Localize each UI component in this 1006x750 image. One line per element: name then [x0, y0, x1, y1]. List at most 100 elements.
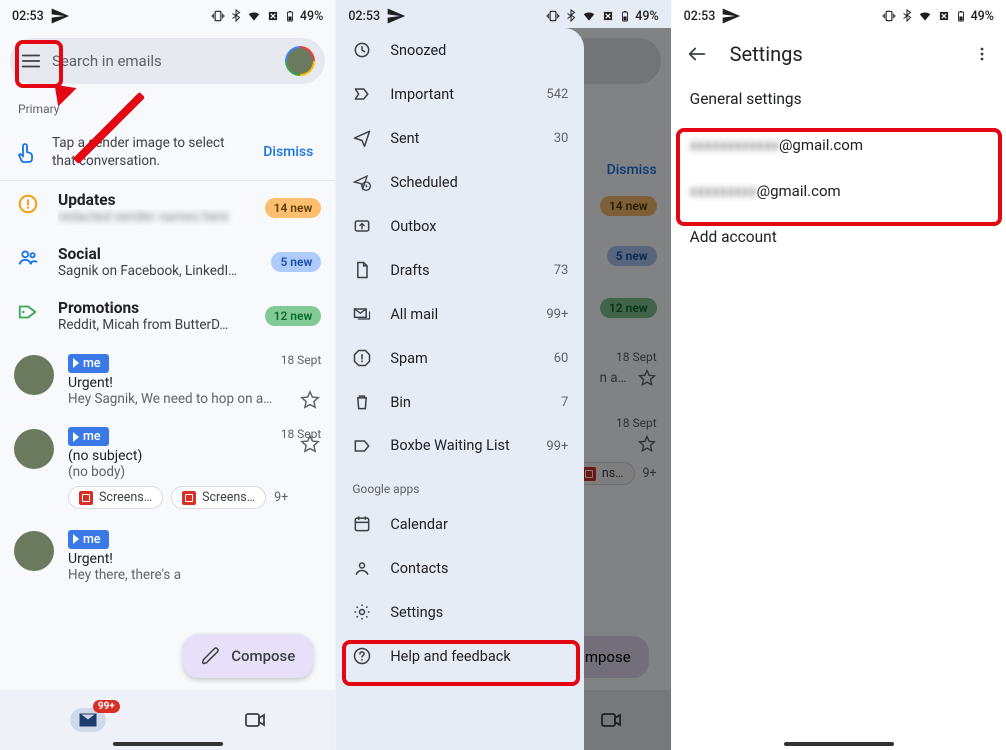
search-input-placeholder[interactable]: Search in emails: [52, 52, 275, 70]
drawer-item-allmail[interactable]: All mail99+: [336, 292, 584, 336]
attachment-chip[interactable]: Screens…: [171, 486, 266, 509]
sender-chip: me: [68, 354, 109, 373]
drawer-item-boxbe[interactable]: Boxbe Waiting List 99+: [336, 424, 584, 468]
no-signal-icon: [601, 9, 615, 23]
category-promotions[interactable]: Promotions Reddit, Micah from ButterD… 1…: [0, 289, 335, 343]
drawer-item-important[interactable]: Important542: [336, 72, 584, 116]
drawer-item-spam[interactable]: Spam60: [336, 336, 584, 380]
drawer-section-apps: Google apps: [336, 468, 584, 502]
status-bar: 02:53 49%: [336, 0, 670, 28]
mail-subject: (no subject): [68, 448, 321, 464]
attachment-name: Screens…: [99, 490, 152, 505]
mail-row[interactable]: me Urgent! Hey there, there's a: [0, 519, 335, 593]
general-settings[interactable]: General settings: [672, 76, 1006, 122]
category-title: Updates: [58, 191, 249, 209]
star-icon[interactable]: [299, 433, 321, 455]
sender-avatar[interactable]: [14, 429, 54, 469]
wifi-icon: [917, 9, 933, 23]
status-battery: 49%: [300, 9, 323, 24]
mail-date: 18 Sept: [281, 353, 322, 367]
status-time: 02:53: [348, 9, 380, 24]
drawer-label: Boxbe Waiting List: [390, 437, 528, 454]
drawer-item-bin[interactable]: Bin7: [336, 380, 584, 424]
attachment-chip[interactable]: Screens…: [68, 486, 163, 509]
image-file-icon: [79, 491, 93, 505]
star-icon[interactable]: [299, 389, 321, 411]
drawer-item-help[interactable]: Help and feedback: [336, 634, 584, 678]
mail-preview: Hey Sagnik, We need to hop on a…: [68, 391, 321, 407]
attachment-name: Screens…: [202, 490, 255, 505]
scheduled-icon: [352, 172, 372, 192]
status-battery: 49%: [971, 9, 994, 24]
drawer-item-sent[interactable]: Sent30: [336, 116, 584, 160]
important-icon: [352, 84, 372, 104]
home-indicator: [784, 742, 894, 746]
sender-chip: me: [68, 530, 109, 549]
drawer-count: 73: [554, 263, 569, 278]
drawer-label: Calendar: [390, 516, 568, 533]
mail-row[interactable]: me 18 Sept (no subject) (no body) Screen…: [0, 417, 335, 520]
search-bar[interactable]: Search in emails: [10, 38, 325, 84]
badge-new: 5 new: [271, 252, 321, 272]
pencil-icon: [201, 646, 221, 666]
battery-icon: [955, 9, 967, 23]
drawer-item-scheduled[interactable]: Scheduled: [336, 160, 584, 204]
sender-avatar[interactable]: [14, 355, 54, 395]
drawer-item-settings[interactable]: Settings: [336, 590, 584, 634]
more-icon[interactable]: [972, 44, 992, 64]
drawer-count: 99+: [546, 439, 568, 454]
back-icon[interactable]: [686, 43, 708, 65]
account-avatar[interactable]: [285, 46, 315, 76]
badge-new: 12 new: [265, 306, 322, 326]
drawer-count: 99+: [546, 307, 568, 322]
compose-button[interactable]: Compose: [183, 634, 313, 678]
dismiss-button[interactable]: Dismiss: [255, 138, 321, 166]
drawer-item-drafts[interactable]: Drafts73: [336, 248, 584, 292]
battery-icon: [619, 9, 631, 23]
drawer-item-calendar[interactable]: Calendar: [336, 502, 584, 546]
badge-new: 14 new: [265, 198, 322, 218]
label-icon: [352, 436, 372, 456]
nav-meet[interactable]: [243, 708, 267, 732]
section-label-primary: Primary: [0, 84, 335, 124]
sender-name: me: [83, 356, 101, 371]
trash-icon: [352, 392, 372, 412]
drawer-label: Settings: [390, 604, 568, 621]
sender-chip: me: [68, 427, 109, 446]
account-row[interactable]: xxxxxxxxx@gmail.com: [672, 168, 1006, 214]
mail-row[interactable]: me 18 Sept Urgent! Hey Sagnik, We need t…: [0, 343, 335, 417]
drawer-label: Snoozed: [390, 42, 550, 59]
status-battery: 49%: [635, 9, 658, 24]
account-row[interactable]: xxxxxxxxxxxx@gmail.com: [672, 122, 1006, 168]
allmail-icon: [352, 304, 372, 324]
nav-mail[interactable]: 99+: [68, 706, 108, 734]
drawer-item-contacts[interactable]: Contacts: [336, 546, 584, 590]
category-subtitle: Sagnik on Facebook, LinkedI…: [58, 263, 255, 279]
drawer-count: 7: [561, 395, 568, 410]
panel-drawer: Dismiss 14 new 5 new 12 new 18 Sept n a……: [335, 0, 670, 750]
drawer-label: Contacts: [390, 560, 568, 577]
category-updates[interactable]: Updates redacted sender names here 14 ne…: [0, 181, 335, 235]
sender-name: me: [83, 532, 101, 547]
home-indicator: [113, 742, 223, 746]
wifi-icon: [246, 9, 262, 23]
clock-icon: [352, 40, 372, 60]
category-social[interactable]: Social Sagnik on Facebook, LinkedI… 5 ne…: [0, 235, 335, 289]
contacts-icon: [352, 558, 372, 578]
add-account[interactable]: Add account: [672, 214, 1006, 260]
help-icon: [352, 646, 372, 666]
drawer-item-outbox[interactable]: Outbox: [336, 204, 584, 248]
category-subtitle: redacted sender names here: [58, 209, 249, 225]
drawer-count: 542: [546, 87, 568, 102]
drawer-label: Spam: [390, 350, 535, 367]
drawer-item-snoozed[interactable]: Snoozed: [336, 28, 584, 72]
sender-name: me: [83, 429, 101, 444]
attachment-more: 9+: [274, 490, 288, 505]
menu-icon[interactable]: [20, 50, 42, 72]
account-suffix: @gmail.com: [757, 182, 841, 200]
vibrate-icon: [545, 9, 561, 23]
image-file-icon: [182, 491, 196, 505]
sender-avatar[interactable]: [14, 531, 54, 571]
topbar: Settings: [672, 28, 1006, 76]
send-icon: [50, 6, 70, 26]
